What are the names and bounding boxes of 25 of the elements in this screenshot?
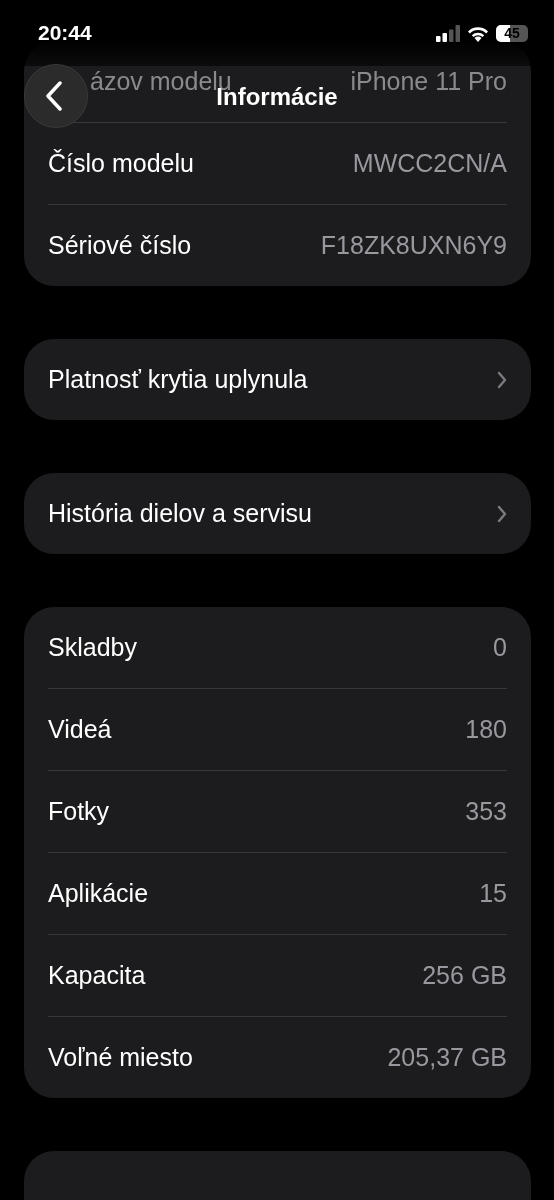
row-label: Videá xyxy=(48,715,112,744)
chevron-right-icon xyxy=(497,370,507,389)
chevron-right-icon xyxy=(497,504,507,523)
row-value: 353 xyxy=(465,797,507,826)
back-chevron-icon xyxy=(45,81,63,111)
row-value: 15 xyxy=(479,879,507,908)
status-time: 20:44 xyxy=(38,21,92,45)
signal-icon xyxy=(436,24,460,42)
row-value: MWCC2CN/A xyxy=(352,149,507,178)
wifi-icon xyxy=(467,24,489,42)
settings-link-row[interactable]: História dielov a servisu xyxy=(48,473,507,554)
row-label: Kapacita xyxy=(48,961,146,990)
row-value: F18ZK8UXN6Y9 xyxy=(320,231,507,260)
row-label: Skladby xyxy=(48,633,137,662)
row-label: Voľné miesto xyxy=(48,1043,193,1072)
row-value: 0 xyxy=(493,633,507,662)
settings-link-row[interactable]: Platnosť krytia uplynula xyxy=(48,339,507,420)
row-value: 180 xyxy=(465,715,507,744)
row-value: iPhone 11 Pro xyxy=(350,67,507,96)
row-label: Aplikácie xyxy=(48,879,149,908)
row-label: Fotky xyxy=(48,797,110,826)
row-value: 205,37 GB xyxy=(387,1043,507,1072)
row-label: Sériové číslo xyxy=(48,231,192,260)
row-value: 256 GB xyxy=(422,961,507,990)
row-label: Číslo modelu xyxy=(48,149,194,178)
